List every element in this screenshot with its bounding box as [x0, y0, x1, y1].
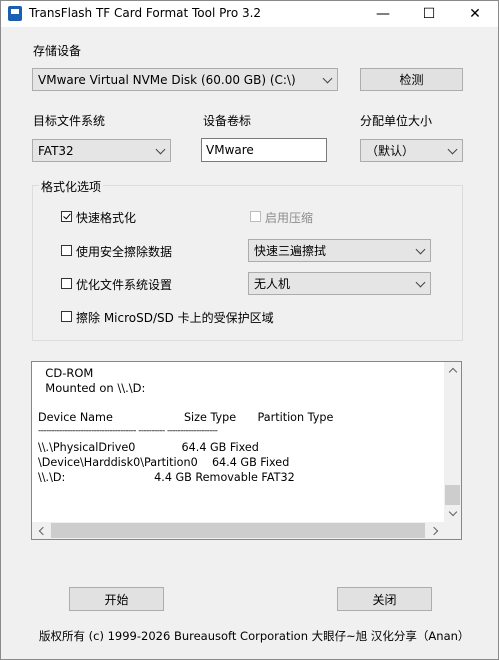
- volume-label-input[interactable]: VMware: [201, 138, 327, 162]
- horizontal-scroll-thumb[interactable]: [51, 523, 425, 538]
- copyright-text: 版权所有 (c) 1999-2026 Bureausoft Corporatio…: [39, 629, 470, 643]
- log-line: \\.\PhysicalDrive0 64.4 GB Fixed: [38, 441, 259, 454]
- allocation-size-label: 分配单位大小: [360, 114, 433, 128]
- detect-button[interactable]: 检测: [360, 68, 463, 91]
- log-line: CD-ROM: [38, 366, 94, 380]
- scroll-right-icon[interactable]: [429, 526, 439, 536]
- horizontal-scrollbar[interactable]: [32, 522, 444, 539]
- title-bar[interactable]: TransFlash TF Card Format Tool Pro 3.2 —…: [1, 1, 498, 27]
- chevron-down-icon: [322, 73, 333, 83]
- app-window: TransFlash TF Card Format Tool Pro 3.2 —…: [0, 0, 499, 660]
- scroll-corner: [444, 522, 461, 539]
- quick-format-checkbox[interactable]: [61, 211, 72, 222]
- log-line: Device Name Size Type Partition Type: [38, 411, 334, 424]
- close-dialog-button[interactable]: 关闭: [337, 587, 432, 611]
- scroll-left-icon[interactable]: [38, 526, 48, 536]
- filesystem-label: 目标文件系统: [33, 114, 106, 128]
- start-button[interactable]: 开始: [69, 587, 164, 611]
- enable-compression-checkbox: [250, 211, 261, 222]
- storage-device-select[interactable]: VMware Virtual NVMe Disk (60.00 GB) (C:\…: [32, 68, 338, 91]
- vertical-scrollbar[interactable]: [444, 362, 461, 523]
- scroll-up-icon[interactable]: [448, 367, 458, 377]
- filesystem-select[interactable]: FAT32: [32, 139, 171, 162]
- close-button[interactable]: ✕: [452, 1, 498, 27]
- secure-erase-mode-value: 快速三遍擦拭: [254, 244, 327, 258]
- scroll-down-icon[interactable]: [448, 507, 458, 517]
- allocation-size-value: （默认）: [366, 144, 415, 158]
- chevron-down-icon: [415, 277, 426, 287]
- chevron-down-icon: [155, 144, 166, 154]
- log-line: Mounted on \\.\D:: [38, 381, 146, 395]
- maximize-button[interactable]: ☐: [406, 1, 452, 27]
- chevron-down-icon: [415, 244, 426, 254]
- log-output[interactable]: CD-ROM Mounted on \\.\D: Device Name Siz…: [31, 361, 462, 540]
- optimize-fs-profile-select[interactable]: 无人机: [248, 272, 431, 295]
- log-line: \Device\Harddisk0\Partition0 64.4 GB Fix…: [38, 456, 290, 469]
- optimize-fs-label: 优化文件系统设置: [76, 278, 173, 292]
- optimize-fs-checkbox[interactable]: [61, 278, 72, 289]
- vertical-scroll-thumb[interactable]: [445, 485, 460, 505]
- minimize-button[interactable]: —: [360, 1, 406, 27]
- secure-erase-checkbox[interactable]: [61, 245, 72, 256]
- secure-erase-label: 使用安全擦除数据: [76, 245, 173, 259]
- allocation-size-select[interactable]: （默认）: [360, 139, 463, 162]
- erase-protected-area-label: 擦除 MicroSD/SD 卡上的受保护区域: [76, 311, 274, 325]
- enable-compression-label: 启用压缩: [265, 211, 314, 225]
- storage-device-value: VMware Virtual NVMe Disk (60.00 GB) (C:\…: [38, 72, 296, 87]
- format-options-title: 格式化选项: [39, 178, 104, 195]
- storage-device-label: 存储设备: [33, 44, 82, 58]
- app-icon: [8, 6, 22, 21]
- chevron-down-icon: [447, 144, 458, 154]
- secure-erase-mode-select[interactable]: 快速三遍擦拭: [248, 239, 431, 262]
- erase-protected-area-checkbox[interactable]: [61, 311, 72, 322]
- filesystem-value: FAT32: [38, 143, 74, 158]
- log-line: \\.\D: 4.4 GB Removable FAT32: [38, 471, 295, 484]
- quick-format-label: 快速格式化: [76, 211, 137, 225]
- optimize-fs-profile-value: 无人机: [254, 277, 291, 291]
- window-title: TransFlash TF Card Format Tool Pro 3.2: [29, 6, 262, 20]
- log-line: ------------------------------------- --…: [38, 426, 218, 436]
- volume-label-label: 设备卷标: [203, 114, 252, 128]
- volume-label-value: VMware: [206, 143, 254, 157]
